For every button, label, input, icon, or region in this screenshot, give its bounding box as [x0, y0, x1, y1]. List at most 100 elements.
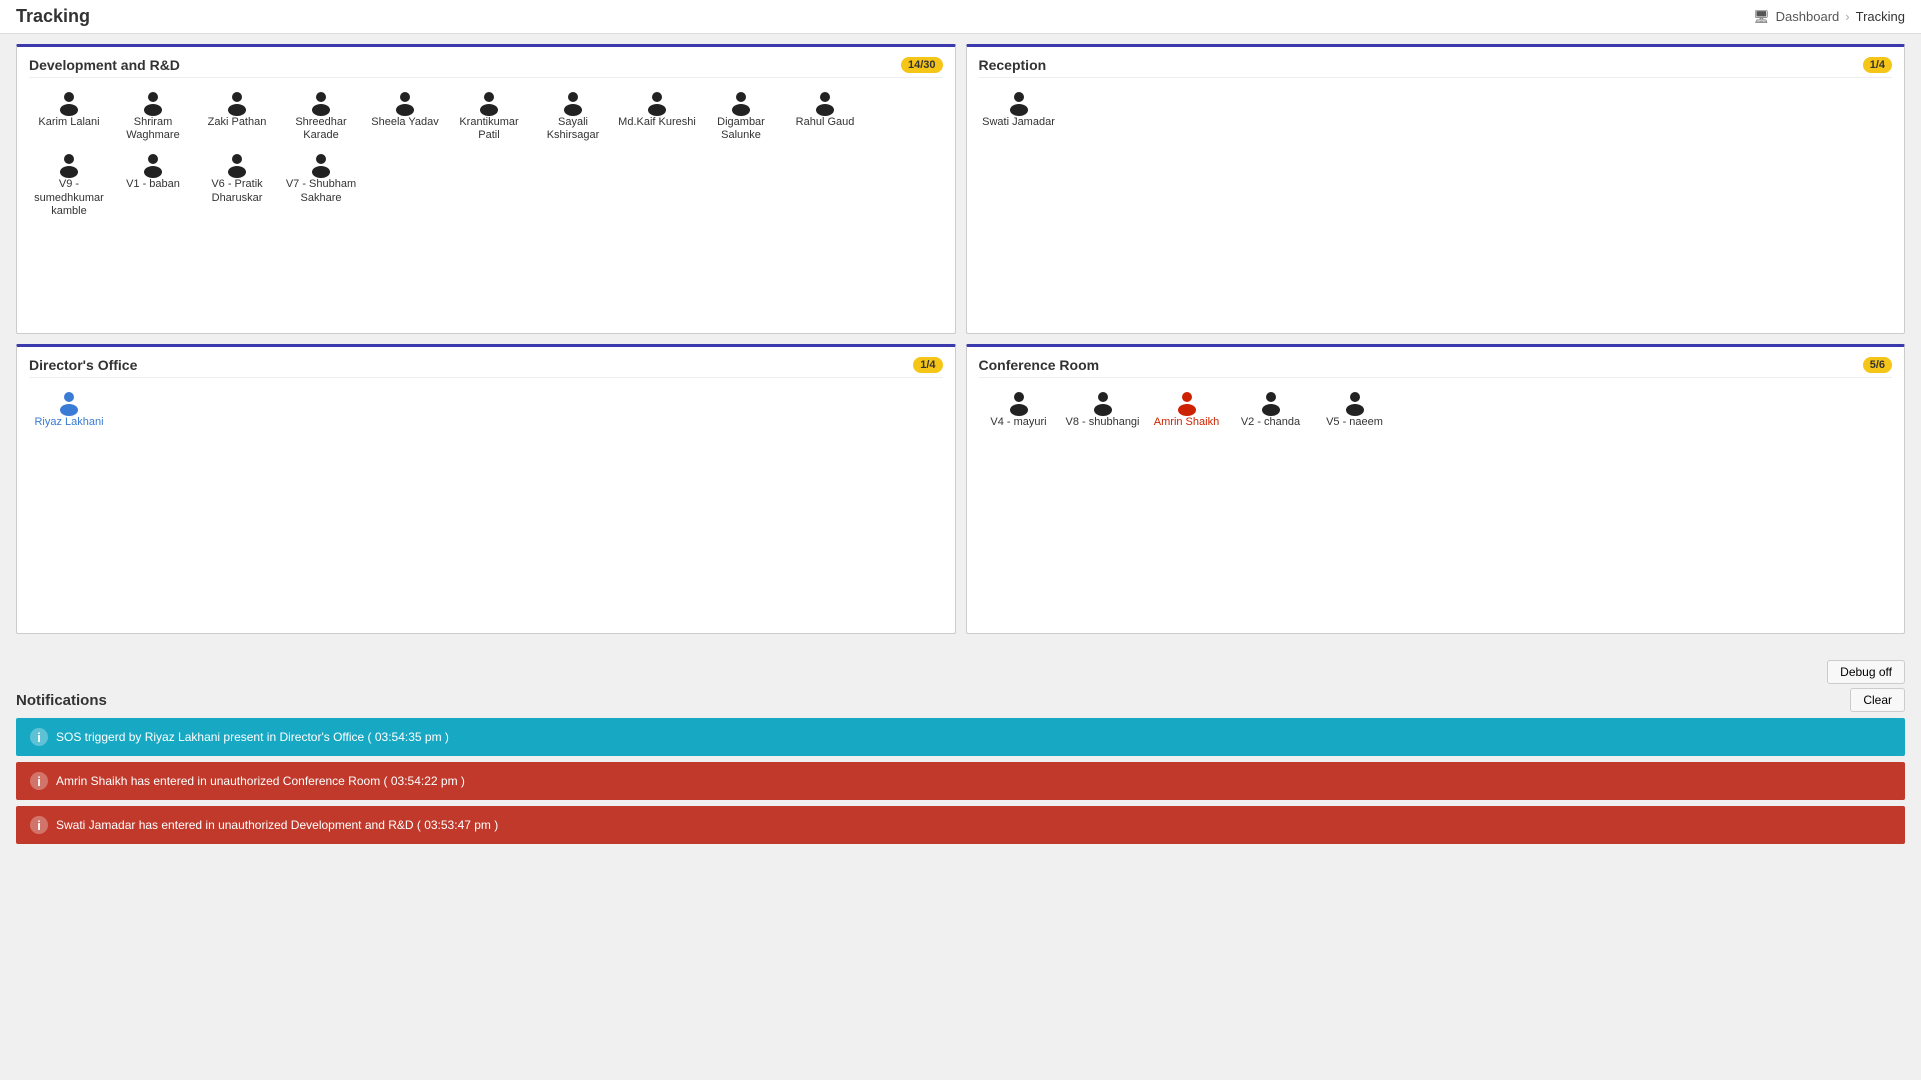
- person-item: Sayali Kshirsagar: [533, 88, 613, 142]
- persons-container: Riyaz Lakhani: [29, 388, 943, 429]
- persons-container: V4 - mayuri V8 - shubhangi Amrin Shaikh: [979, 388, 1893, 429]
- person-icon: [139, 88, 167, 116]
- room-badge: 14/30: [901, 57, 943, 73]
- person-item: Sheela Yadav: [365, 88, 445, 142]
- person-item: Riyaz Lakhani: [29, 388, 109, 429]
- person-icon: [307, 88, 335, 116]
- person-icon: [55, 88, 83, 116]
- person-name: Sheela Yadav: [371, 116, 438, 129]
- notification-info-icon: i: [30, 772, 48, 790]
- person-item: V9 - sumedhkumar kamble: [29, 150, 109, 218]
- person-name: V5 - naeem: [1326, 416, 1383, 429]
- person-item: Md.Kaif Kureshi: [617, 88, 697, 142]
- breadcrumb-current: Tracking: [1856, 9, 1905, 24]
- breadcrumb: 🖥 Dashboard › Tracking: [1753, 9, 1905, 25]
- room-badge: 1/4: [913, 357, 942, 373]
- room-badge: 1/4: [1863, 57, 1892, 73]
- person-icon: [727, 88, 755, 116]
- persons-container: Karim Lalani Shriram Waghmare Zaki Patha…: [29, 88, 943, 218]
- room-badge: 5/6: [1863, 357, 1892, 373]
- page-title: Tracking: [16, 6, 90, 27]
- person-icon: [1005, 388, 1033, 416]
- room-header: Development and R&D 14/30: [29, 57, 943, 78]
- person-name: Shriram Waghmare: [113, 116, 193, 142]
- room-title: Development and R&D: [29, 57, 180, 73]
- person-name: Zaki Pathan: [208, 116, 267, 129]
- person-name: Digambar Salunke: [701, 116, 781, 142]
- room-card-dev-rnd: Development and R&D 14/30 Karim Lalani: [16, 44, 956, 334]
- person-name: Swati Jamadar: [982, 116, 1055, 129]
- notifications-header: Notifications Clear: [16, 688, 1905, 712]
- room-title: Reception: [979, 57, 1047, 73]
- notification-text: SOS triggerd by Riyaz Lakhani present in…: [56, 730, 449, 744]
- person-name: V4 - mayuri: [990, 416, 1046, 429]
- person-item: Digambar Salunke: [701, 88, 781, 142]
- notification-text: Swati Jamadar has entered in unauthorize…: [56, 818, 498, 832]
- person-icon: [643, 88, 671, 116]
- person-item: V8 - shubhangi: [1063, 388, 1143, 429]
- room-header: Director's Office 1/4: [29, 357, 943, 378]
- person-item: V6 - Pratik Dharuskar: [197, 150, 277, 218]
- person-name: V6 - Pratik Dharuskar: [197, 178, 277, 204]
- person-item: Zaki Pathan: [197, 88, 277, 142]
- room-header: Conference Room 5/6: [979, 357, 1893, 378]
- notification-item: i Amrin Shaikh has entered in unauthoriz…: [16, 762, 1905, 800]
- person-name: V8 - shubhangi: [1066, 416, 1140, 429]
- person-icon: [307, 150, 335, 178]
- debug-row: Debug off: [16, 660, 1905, 684]
- person-name: V2 - chanda: [1241, 416, 1300, 429]
- person-icon: [1173, 388, 1201, 416]
- notification-info-icon: i: [30, 728, 48, 746]
- person-name: V1 - baban: [126, 178, 180, 191]
- person-name: Rahul Gaud: [796, 116, 855, 129]
- person-icon: [559, 88, 587, 116]
- main-content: Development and R&D 14/30 Karim Lalani: [0, 34, 1921, 654]
- person-name: Sayali Kshirsagar: [533, 116, 613, 142]
- room-card-conference-room: Conference Room 5/6 V4 - mayuri: [966, 344, 1906, 634]
- person-icon: [223, 88, 251, 116]
- person-item: Karim Lalani: [29, 88, 109, 142]
- person-item: V5 - naeem: [1315, 388, 1395, 429]
- breadcrumb-dashboard[interactable]: Dashboard: [1776, 9, 1840, 24]
- person-icon: [139, 150, 167, 178]
- person-item: Shriram Waghmare: [113, 88, 193, 142]
- dashboard-icon: 🖥: [1753, 9, 1770, 25]
- person-item: Shreedhar Karade: [281, 88, 361, 142]
- person-icon: [1089, 388, 1117, 416]
- notifications-title: Notifications: [16, 692, 107, 709]
- top-nav: Tracking 🖥 Dashboard › Tracking: [0, 0, 1921, 34]
- room-title: Conference Room: [979, 357, 1100, 373]
- person-name: V9 - sumedhkumar kamble: [29, 178, 109, 218]
- breadcrumb-separator: ›: [1845, 9, 1849, 24]
- person-item: Amrin Shaikh: [1147, 388, 1227, 429]
- person-name: Amrin Shaikh: [1154, 416, 1219, 429]
- person-name: Karim Lalani: [38, 116, 99, 129]
- person-item: Rahul Gaud: [785, 88, 865, 142]
- notification-info-icon: i: [30, 816, 48, 834]
- bottom-section: Debug off Notifications Clear i SOS trig…: [0, 654, 1921, 844]
- clear-button[interactable]: Clear: [1850, 688, 1905, 712]
- person-item: V1 - baban: [113, 150, 193, 218]
- person-item: Swati Jamadar: [979, 88, 1059, 129]
- person-icon: [811, 88, 839, 116]
- notification-item: i Swati Jamadar has entered in unauthori…: [16, 806, 1905, 844]
- room-card-directors-office: Director's Office 1/4 Riyaz Lakhani: [16, 344, 956, 634]
- person-name: Krantikumar Patil: [449, 116, 529, 142]
- person-icon: [223, 150, 251, 178]
- person-item: V2 - chanda: [1231, 388, 1311, 429]
- debug-button[interactable]: Debug off: [1827, 660, 1905, 684]
- person-name: Md.Kaif Kureshi: [618, 116, 696, 129]
- room-title: Director's Office: [29, 357, 137, 373]
- person-item: V7 - Shubham Sakhare: [281, 150, 361, 218]
- person-name: Shreedhar Karade: [281, 116, 361, 142]
- person-item: Krantikumar Patil: [449, 88, 529, 142]
- room-header: Reception 1/4: [979, 57, 1893, 78]
- person-icon: [55, 388, 83, 416]
- person-item: V4 - mayuri: [979, 388, 1059, 429]
- person-icon: [1005, 88, 1033, 116]
- persons-container: Swati Jamadar: [979, 88, 1893, 129]
- person-icon: [475, 88, 503, 116]
- notification-item: i SOS triggerd by Riyaz Lakhani present …: [16, 718, 1905, 756]
- room-card-reception: Reception 1/4 Swati Jamadar: [966, 44, 1906, 334]
- person-icon: [1341, 388, 1369, 416]
